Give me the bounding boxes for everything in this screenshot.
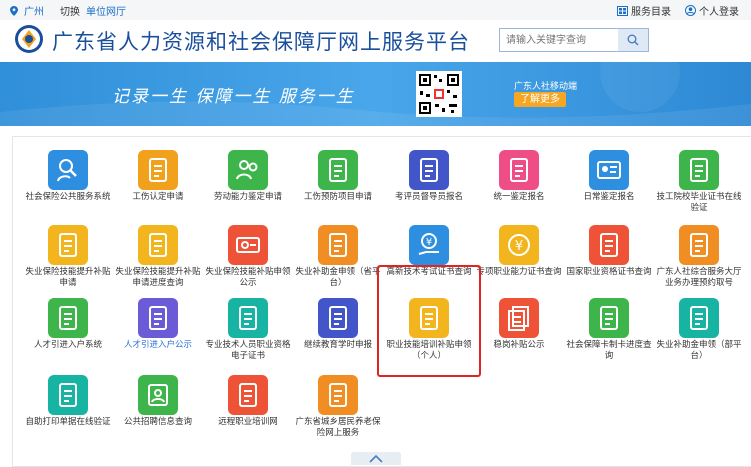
service-tile-label: 广东省城乡居民养老保险网上服务 (295, 417, 381, 438)
service-tile-label: 人才引进入户公示 (123, 340, 192, 350)
personal-login-link[interactable]: 个人登录 (685, 3, 739, 18)
person-document-icon (318, 298, 358, 338)
service-tile-label: 工伤认定申请 (132, 192, 184, 202)
location-bar: 广州 切换 单位网厅 (10, 3, 126, 18)
service-tile-label: 稳岗补贴公示 (493, 340, 545, 350)
search-document-icon (589, 298, 629, 338)
search-document-icon (48, 298, 88, 338)
service-tile-label: 失业补助金申领（省平台） (295, 267, 381, 288)
catalog-icon (617, 5, 628, 16)
certificate-icon (679, 150, 719, 190)
service-tile-label: 远程职业培训网 (218, 417, 278, 427)
service-tile-label: 技工院校毕业证书在线验证 (656, 192, 742, 213)
banner-slogan: 记录一生 保障一生 服务一生 (112, 87, 355, 107)
service-tile-label: 人才引进入户系统 (33, 340, 102, 350)
page-title: 广东省人力资源和社会保障厅网上服务平台 (52, 30, 470, 54)
ministry-emblem-icon (15, 25, 43, 53)
list-document-icon (318, 150, 358, 190)
service-tile-label: 自助打印单据在线验证 (25, 417, 111, 427)
search-input[interactable] (500, 29, 618, 51)
site-header: 广东省人力资源和社会保障厅网上服务平台 (0, 20, 751, 60)
personal-login-label: 个人登录 (699, 7, 739, 18)
service-tile-label: 社会保障卡制卡进度查询 (566, 340, 652, 361)
promo-banner: 记录一生 保障一生 服务一生 广东人社移动端 了解更多 (0, 62, 751, 126)
svg-text:¥: ¥ (515, 239, 523, 254)
service-tile-label: 国家职业资格证书查询 (566, 267, 652, 277)
service-catalog-link[interactable]: 服务目录 (617, 3, 671, 18)
yuan-document-icon (679, 298, 719, 338)
person-badge-icon (409, 150, 449, 190)
learn-more-button[interactable]: 了解更多 (514, 92, 566, 107)
service-tile-label: 失业补助金申领（部平台） (656, 340, 742, 361)
search-button[interactable] (618, 29, 648, 51)
selection-highlight (377, 265, 481, 377)
stack-documents-icon (499, 298, 539, 338)
service-tile-label: 继续教育学时申报 (303, 340, 372, 350)
service-tile-label: 专业技术人员职业资格电子证书 (205, 340, 291, 361)
collapse-button[interactable] (351, 452, 401, 465)
search-icon (627, 34, 639, 46)
user-icon (685, 5, 696, 16)
service-tile-label: 社会保险公共服务系统 (25, 192, 111, 202)
service-tile-label: 日常鉴定报名 (583, 192, 635, 202)
checklist-icon (48, 225, 88, 265)
svg-text:¥: ¥ (426, 237, 432, 248)
yuan-hand-icon: ¥ (409, 225, 449, 265)
top-bar: 广州 切换 单位网厅 服务目录 个人登录 (0, 0, 751, 21)
document-add-icon (138, 150, 178, 190)
service-tile-label: 专项职业能力证书查询 (476, 267, 562, 277)
service-tile-label: 统一鉴定报名 (493, 192, 545, 202)
service-tile-label: 广东人社综合服务大厅业务办理预约取号 (656, 267, 742, 288)
print-check-icon (48, 375, 88, 415)
service-tile-label: 考评员督导员报名 (394, 192, 463, 202)
mobile-app-title: 广东人社移动端 (514, 82, 578, 92)
document-check-icon (499, 150, 539, 190)
form-icon (679, 225, 719, 265)
qr-code-icon (416, 71, 462, 117)
money-document-icon (318, 225, 358, 265)
card-icon (228, 225, 268, 265)
location-pin-icon (10, 5, 18, 16)
person-doc-icon (318, 375, 358, 415)
progress-document-icon (138, 225, 178, 265)
service-tile-label: 失业保险技能补贴申领公示 (205, 267, 291, 288)
yuan-circle-icon: ¥ (499, 225, 539, 265)
recruit-icon (138, 375, 178, 415)
chevron-up-icon (369, 454, 383, 463)
search-box (499, 28, 649, 52)
service-catalog-label: 服务目录 (631, 7, 671, 18)
id-card-icon (589, 150, 629, 190)
service-tile-label: 公共招聘信息查询 (123, 417, 192, 427)
certificate-icon (589, 225, 629, 265)
people-icon (228, 150, 268, 190)
current-city[interactable]: 广州 (24, 3, 44, 18)
remote-training-icon (228, 375, 268, 415)
person-search-icon (48, 150, 88, 190)
service-tile-label: 失业保险技能提升补贴申请 (25, 267, 111, 288)
unit-portal-link[interactable]: 单位网厅 (86, 3, 126, 18)
service-tile-label: 劳动能力鉴定申请 (213, 192, 282, 202)
switch-link[interactable]: 切换 (60, 3, 80, 18)
certificate-search-icon (228, 298, 268, 338)
service-tile-label: 失业保险技能提升补贴申请进度查询 (115, 267, 201, 288)
service-tile-label: 工伤预防项目申请 (303, 192, 372, 202)
wallet-icon (138, 298, 178, 338)
